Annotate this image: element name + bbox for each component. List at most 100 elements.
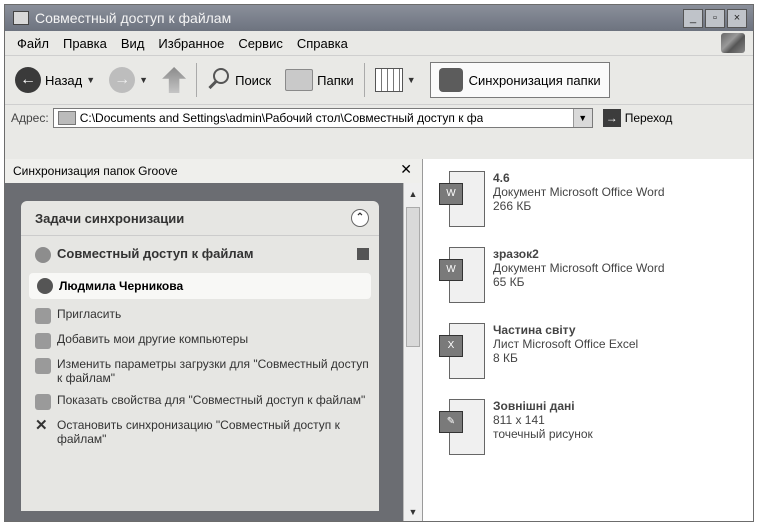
bitmap-icon: ✎ — [439, 399, 485, 455]
file-size: 266 КБ — [493, 199, 532, 213]
address-path: C:\Documents and Settings\admin\Рабочий … — [79, 111, 484, 125]
go-button[interactable]: → Переход — [602, 109, 673, 127]
pane-body: Задачи синхронизации ⌃ Совместный доступ… — [5, 183, 405, 521]
menu-help[interactable]: Справка — [297, 36, 348, 51]
toolbar: ← Назад ▼ → ▼ Поиск Папки ▼ Синхронизаци… — [5, 55, 753, 105]
address-label: Адрес: — [11, 111, 49, 125]
groove-sync-icon — [438, 68, 463, 92]
close-button[interactable]: × — [727, 8, 747, 28]
shared-workspace-label: Совместный доступ к файлам — [57, 246, 254, 261]
search-icon — [207, 68, 231, 92]
scroll-thumb[interactable] — [406, 207, 420, 347]
task-label: Остановить синхронизацию "Совместный дос… — [57, 418, 340, 446]
tasks-title: Задачи синхронизации — [35, 210, 185, 226]
settings-icon — [35, 358, 51, 374]
folder-icon — [57, 111, 76, 125]
computers-icon — [35, 333, 51, 349]
up-button[interactable] — [158, 64, 190, 96]
chevron-down-icon[interactable]: ▼ — [572, 109, 592, 127]
workspace-icon — [35, 247, 51, 263]
window-title: Совместный доступ к файлам — [35, 10, 232, 26]
menu-view[interactable]: Вид — [121, 36, 145, 51]
search-button[interactable]: Поиск — [203, 65, 275, 95]
task-label: Изменить параметры загрузки для "Совмест… — [57, 357, 369, 385]
task-label: Пригласить — [57, 307, 122, 321]
views-button[interactable]: ▼ — [371, 65, 420, 95]
member-row[interactable]: Людмила Черникова — [29, 273, 371, 299]
folder-icon — [13, 11, 29, 25]
file-name: Частина світу — [493, 323, 576, 337]
toolbar-separator — [196, 63, 198, 97]
pane-title: Синхронизация папок Groove — [13, 164, 178, 178]
pane-header: Синхронизация папок Groove ✕ — [5, 159, 422, 184]
task-label: Добавить мои другие компьютеры — [57, 332, 249, 346]
go-label: Переход — [624, 111, 673, 125]
folders-label: Папки — [317, 72, 354, 88]
file-list: W 4.6 Документ Microsoft Office Word 266… — [423, 159, 753, 521]
sync-label: Синхронизация папки — [468, 72, 601, 88]
properties-icon — [35, 394, 51, 410]
chevron-down-icon[interactable]: ▼ — [139, 75, 148, 85]
folders-icon — [285, 69, 314, 91]
file-name: Зовнішні дані — [493, 399, 575, 413]
sync-tasks-panel: Задачи синхронизации ⌃ Совместный доступ… — [21, 201, 379, 511]
member-name: Людмила Черникова — [59, 279, 184, 293]
task-show-properties[interactable]: Показать свойства для "Совместный доступ… — [21, 389, 379, 414]
task-stop-sync[interactable]: ✕ Остановить синхронизацию "Совместный д… — [21, 414, 379, 450]
search-label: Поиск — [235, 72, 272, 88]
word-doc-icon: W — [439, 247, 485, 303]
close-icon[interactable]: ✕ — [400, 161, 412, 178]
sync-folder-button[interactable]: Синхронизация папки — [429, 62, 610, 98]
file-size: точечный рисунок — [493, 427, 593, 441]
stop-x-icon: ✕ — [35, 417, 48, 434]
toolbar-separator — [363, 63, 365, 97]
menu-bar: Файл Правка Вид Избранное Сервис Справка — [5, 31, 753, 55]
invite-people-icon — [35, 308, 51, 324]
word-doc-icon: W — [439, 171, 485, 227]
scroll-down-icon[interactable]: ▼ — [406, 505, 420, 519]
back-button[interactable]: ← Назад ▼ — [11, 64, 99, 96]
windows-logo-icon — [721, 33, 745, 53]
shared-workspace-item[interactable]: Совместный доступ к файлам — [21, 236, 379, 267]
maximize-button[interactable]: ▫ — [705, 8, 725, 28]
file-name: 4.6 — [493, 171, 510, 185]
task-add-computers[interactable]: Добавить мои другие компьютеры — [21, 328, 379, 353]
task-change-download-settings[interactable]: Изменить параметры загрузки для "Совмест… — [21, 353, 379, 389]
minimize-button[interactable]: _ — [683, 8, 703, 28]
file-item[interactable]: X Частина світу Лист Microsoft Office Ex… — [439, 323, 638, 379]
folders-button[interactable]: Папки — [281, 66, 358, 94]
menu-edit[interactable]: Правка — [63, 36, 107, 51]
task-label: Показать свойства для "Совместный доступ… — [57, 393, 366, 407]
forward-button[interactable]: → ▼ — [105, 64, 152, 96]
forward-arrow-icon: → — [109, 67, 136, 93]
chevron-down-icon[interactable]: ▼ — [86, 75, 95, 85]
views-icon — [374, 68, 403, 92]
file-item[interactable]: W зразок2 Документ Microsoft Office Word… — [439, 247, 665, 303]
address-input[interactable]: C:\Documents and Settings\admin\Рабочий … — [52, 108, 593, 128]
go-arrow-icon: → — [602, 109, 621, 127]
file-type: Документ Microsoft Office Word — [493, 185, 665, 199]
file-type: Документ Microsoft Office Word — [493, 261, 665, 275]
back-arrow-icon: ← — [15, 67, 41, 93]
collapse-icon[interactable]: ⌃ — [351, 209, 369, 227]
menu-file[interactable]: Файл — [17, 36, 49, 51]
task-invite[interactable]: Пригласить — [21, 303, 379, 328]
menu-favorites[interactable]: Избранное — [158, 36, 224, 51]
file-size: 65 КБ — [493, 275, 525, 289]
file-type: 811 x 141 — [493, 413, 545, 427]
scroll-up-icon[interactable]: ▲ — [406, 187, 420, 201]
chevron-down-icon: ▼ — [406, 75, 416, 85]
pane-scrollbar[interactable]: ▲ ▼ — [403, 183, 422, 521]
window-controls: _ ▫ × — [683, 8, 747, 28]
excel-sheet-icon: X — [439, 323, 485, 379]
address-bar: Адрес: C:\Documents and Settings\admin\Р… — [5, 105, 753, 131]
file-item[interactable]: W 4.6 Документ Microsoft Office Word 266… — [439, 171, 665, 227]
workspace-menu-icon[interactable] — [357, 248, 369, 260]
tasks-header[interactable]: Задачи синхронизации ⌃ — [21, 201, 379, 236]
menu-tools[interactable]: Сервис — [238, 36, 283, 51]
file-name: зразок2 — [493, 247, 539, 261]
back-label: Назад — [45, 72, 83, 88]
groove-sync-pane: Синхронизация папок Groove ✕ Задачи синх… — [5, 159, 423, 521]
file-item[interactable]: ✎ Зовнішні дані 811 x 141 точечный рисун… — [439, 399, 593, 455]
file-type: Лист Microsoft Office Excel — [493, 337, 639, 351]
